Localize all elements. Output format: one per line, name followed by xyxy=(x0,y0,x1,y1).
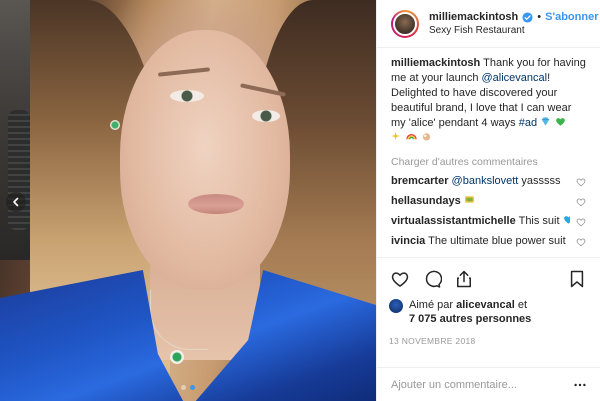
separator-dot: • xyxy=(537,11,542,23)
comment-row: hellasundays xyxy=(391,194,586,209)
post-date[interactable]: 13 NOVEMBRE 2018 xyxy=(389,336,588,346)
likes-user[interactable]: alicevancal xyxy=(456,299,515,311)
comment-text: hellasundays xyxy=(391,194,476,209)
comment-text: virtualassistantmichelle This suit xyxy=(391,214,570,229)
comment-row: bremcarter @bankslovett yasssss xyxy=(391,174,586,189)
blue-heart-icon xyxy=(563,216,570,224)
comment-row: virtualassistantmichelle This suit xyxy=(391,214,586,229)
comment-icon xyxy=(425,270,442,288)
comment-mention[interactable]: @bankslovett xyxy=(452,175,519,187)
save-button[interactable] xyxy=(566,268,588,290)
eye-right xyxy=(252,110,280,122)
add-comment-bar xyxy=(377,367,600,401)
comment-like-heart-icon[interactable] xyxy=(576,217,586,227)
likes-summary: Aimé par alicevancal et 7 075 autres per… xyxy=(389,298,588,326)
like-button[interactable] xyxy=(389,268,411,290)
avatar-image xyxy=(393,11,417,36)
comment-like-heart-icon[interactable] xyxy=(576,237,586,247)
more-options-icon xyxy=(574,383,586,386)
likes-text: Aimé par alicevancal et 7 075 autres per… xyxy=(409,298,531,326)
money-face-icon xyxy=(464,196,474,203)
smile-icon xyxy=(569,237,570,242)
comment-text: ivincia The ultimate blue power suit xyxy=(391,234,570,249)
comment-body: yasssss xyxy=(521,175,561,187)
follow-button[interactable]: S'abonner xyxy=(545,11,598,23)
likes-conjunction: et xyxy=(517,299,528,311)
post-actions: Aimé par alicevancal et 7 075 autres per… xyxy=(377,257,600,367)
likes-others[interactable]: 7 075 autres personnes xyxy=(409,313,531,325)
earring xyxy=(110,120,120,130)
comment-username[interactable]: ivincia xyxy=(391,235,425,247)
caption-hashtag[interactable]: #ad xyxy=(519,117,537,129)
lips xyxy=(188,194,244,214)
heart-icon xyxy=(391,272,409,287)
share-button[interactable] xyxy=(453,268,475,290)
eye-left xyxy=(170,90,204,102)
comment-body: The ultimate blue power suit xyxy=(428,235,566,247)
carousel-dot-active xyxy=(190,385,195,390)
comment-username[interactable]: bremcarter xyxy=(391,175,448,187)
post-details-panel: milliemackintosh • S'abonner Sexy Fish R… xyxy=(376,0,600,401)
author-username[interactable]: milliemackintosh xyxy=(429,11,518,23)
car-headrest xyxy=(8,110,30,230)
comment-like-heart-icon[interactable] xyxy=(576,197,586,207)
carousel-prev-button[interactable] xyxy=(6,192,26,212)
carousel-dot xyxy=(181,385,186,390)
comment-row: ivincia The ultimate blue power suit xyxy=(391,234,586,249)
author-info: milliemackintosh • S'abonner Sexy Fish R… xyxy=(429,11,598,36)
gem-icon xyxy=(541,117,550,126)
comment-button[interactable] xyxy=(421,268,443,290)
comment-username[interactable]: virtualassistantmichelle xyxy=(391,215,516,227)
comment-like-heart-icon[interactable] xyxy=(576,177,586,187)
comment-body: This suit xyxy=(518,215,560,227)
action-icons xyxy=(389,264,588,294)
sparkles-icon xyxy=(391,131,400,141)
post-header: milliemackintosh • S'abonner Sexy Fish R… xyxy=(377,0,600,48)
bookmark-icon xyxy=(570,270,584,288)
pendant xyxy=(170,350,184,364)
post-caption: milliemackintosh Thank you for having me… xyxy=(391,56,586,146)
ok-hand-icon xyxy=(422,133,431,141)
author-line: milliemackintosh • S'abonner xyxy=(429,11,598,23)
green-heart-icon xyxy=(556,118,566,126)
comment-input[interactable] xyxy=(391,378,572,391)
carousel-indicator xyxy=(0,385,376,390)
author-avatar[interactable] xyxy=(391,9,419,38)
more-options-button[interactable] xyxy=(572,377,588,393)
chevron-left-icon xyxy=(13,197,19,207)
rainbow-icon xyxy=(406,134,417,140)
liker-avatar[interactable] xyxy=(389,299,403,313)
comment-username[interactable]: hellasundays xyxy=(391,195,461,207)
instagram-post: milliemackintosh • S'abonner Sexy Fish R… xyxy=(0,0,600,401)
verified-badge-icon xyxy=(522,11,533,23)
caption-username[interactable]: milliemackintosh xyxy=(391,57,480,69)
comments-section: milliemackintosh Thank you for having me… xyxy=(377,48,600,257)
comment-text: bremcarter @bankslovett yasssss xyxy=(391,174,561,189)
caption-mention[interactable]: @alicevancal xyxy=(482,72,548,84)
post-location[interactable]: Sexy Fish Restaurant xyxy=(429,25,590,36)
post-photo[interactable] xyxy=(0,0,376,401)
share-icon xyxy=(457,270,471,288)
load-more-comments[interactable]: Charger d'autres commentaires xyxy=(391,156,586,168)
likes-prefix: Aimé par xyxy=(409,299,454,311)
